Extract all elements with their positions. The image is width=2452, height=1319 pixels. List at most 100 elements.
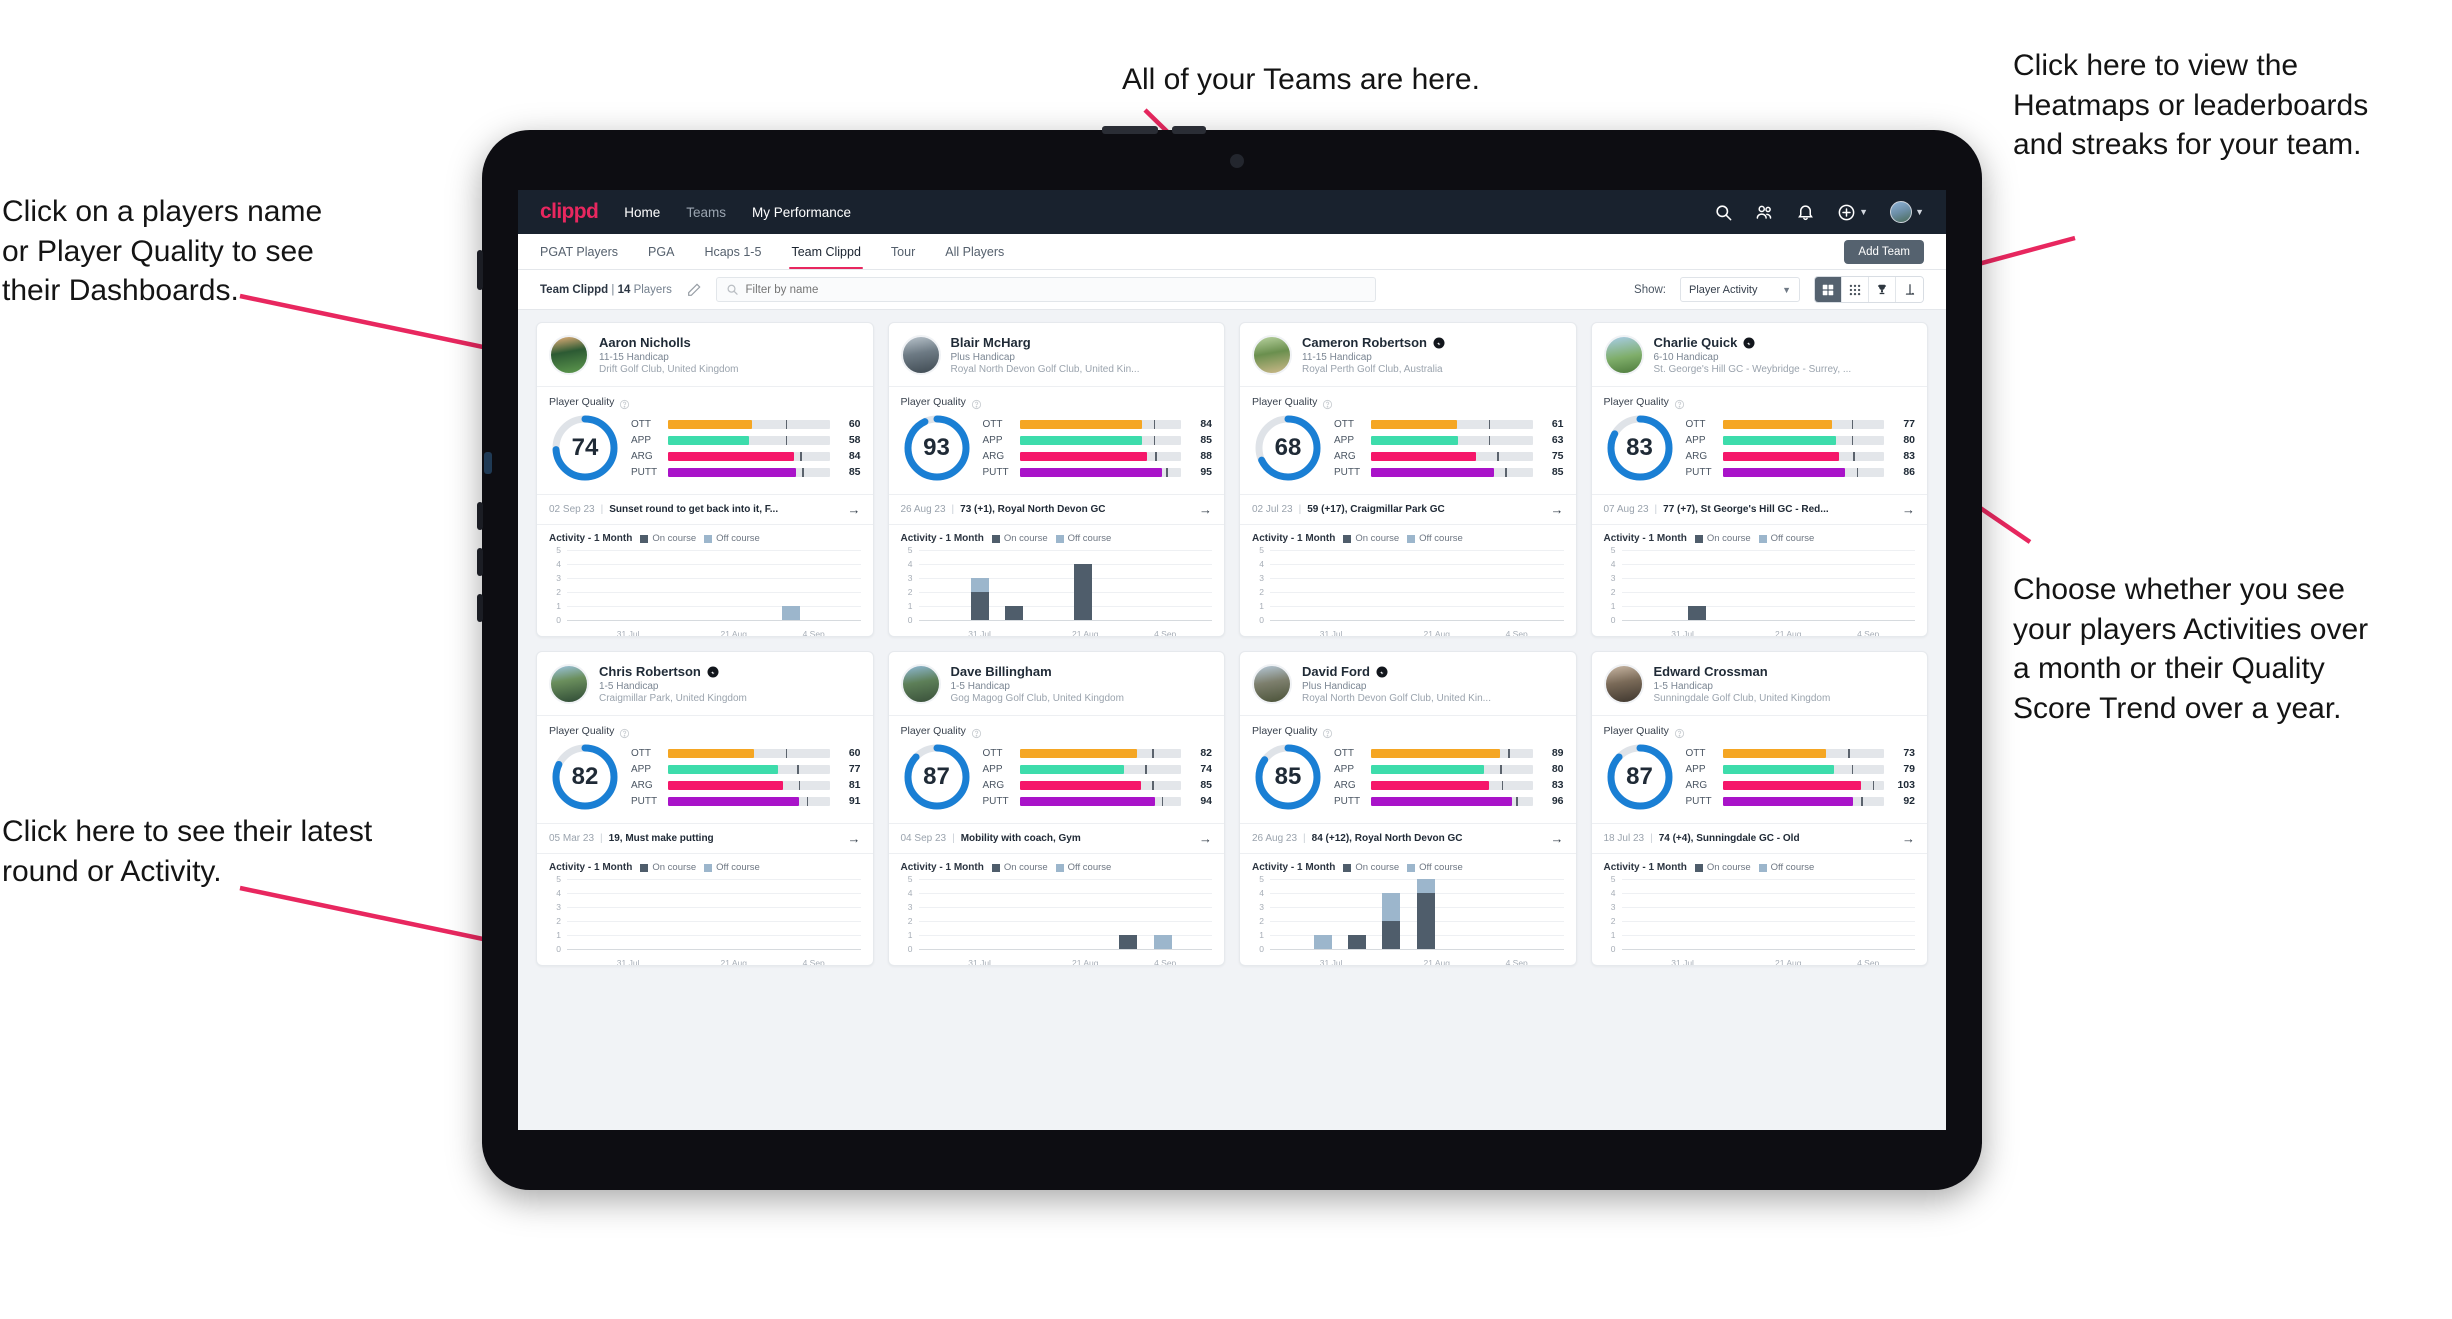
- power-button[interactable]: [1102, 126, 1158, 134]
- player-name-row[interactable]: Blair McHarg: [951, 335, 1140, 350]
- tab-hcaps-1-5[interactable]: Hcaps 1-5: [704, 234, 761, 269]
- latest-round-row[interactable]: 26 Aug 23 | 84 (+12), Royal North Devon GC…: [1240, 823, 1576, 854]
- player-card-header[interactable]: David Ford Plus Handicap Royal North Devon…: [1240, 652, 1576, 716]
- player-card-header[interactable]: Edward Crossman 1-5 Handicap Sunningdale G…: [1591, 652, 1927, 716]
- grid-large-icon-button[interactable]: [1815, 277, 1842, 302]
- player-name[interactable]: Edward Crossman: [1654, 664, 1768, 679]
- player-name-row[interactable]: David Ford: [1302, 664, 1491, 679]
- tab-all-players[interactable]: All Players: [945, 234, 1004, 269]
- nav-link-my-performance[interactable]: My Performance: [752, 205, 851, 220]
- people-icon[interactable]: [1755, 203, 1774, 222]
- help-icon[interactable]: [1674, 726, 1685, 738]
- latest-round-row[interactable]: 04 Sep 23 | Mobility with coach, Gym →: [888, 823, 1224, 854]
- player-avatar[interactable]: [900, 664, 941, 704]
- help-icon[interactable]: [1674, 397, 1685, 409]
- player-name-row[interactable]: Dave Billingham: [951, 664, 1124, 679]
- pencil-icon[interactable]: [686, 282, 702, 298]
- arrow-right-icon[interactable]: →: [1199, 831, 1212, 846]
- player-avatar[interactable]: [1252, 335, 1292, 375]
- latest-round-row[interactable]: 05 Mar 23 | 19, Must make putting →: [537, 823, 873, 854]
- tab-pgat-players[interactable]: PGAT Players: [540, 234, 618, 269]
- latest-round-row[interactable]: 26 Aug 23 | 73 (+1), Royal North Devon GC →: [888, 494, 1224, 525]
- search-box[interactable]: [715, 277, 1376, 302]
- player-quality-section[interactable]: Player Quality 85 OTT 89 APP 80 ARG 83 PUTT 96: [1240, 716, 1576, 823]
- player-name-row[interactable]: Edward Crossman: [1654, 664, 1831, 679]
- golf-flag-icon-button[interactable]: [1896, 277, 1923, 302]
- bell-icon[interactable]: [1796, 203, 1815, 222]
- arrow-right-icon[interactable]: →: [1199, 502, 1212, 517]
- volume-button[interactable]: [477, 250, 483, 290]
- player-quality-ring[interactable]: 87: [1604, 741, 1676, 813]
- latest-round-row[interactable]: 18 Jul 23 | 74 (+4), Sunningdale GC - Old →: [1591, 823, 1927, 854]
- tab-tour[interactable]: Tour: [891, 234, 915, 269]
- player-name[interactable]: Chris Robertson: [599, 664, 701, 679]
- tab-team-clippd[interactable]: Team Clippd: [789, 234, 864, 269]
- player-card[interactable]: Aaron Nicholls 11-15 Handicap Drift Golf C…: [536, 322, 874, 637]
- player-quality-section[interactable]: Player Quality 82 OTT 60 APP 77 ARG 81 PUTT 91: [537, 716, 873, 823]
- nav-link-home[interactable]: Home: [624, 205, 660, 220]
- player-quality-section[interactable]: Player Quality 83 OTT 77 APP 80 ARG 83 PUTT 86: [1592, 387, 1928, 494]
- plus-circle-menu[interactable]: ▼: [1837, 203, 1868, 222]
- player-name[interactable]: Aaron Nicholls: [599, 335, 691, 350]
- help-icon[interactable]: [971, 726, 982, 738]
- help-icon[interactable]: [1322, 726, 1333, 738]
- arrow-right-icon[interactable]: →: [848, 502, 861, 517]
- player-card[interactable]: Cameron Robertson 11-15 Handicap Royal Per…: [1239, 322, 1577, 637]
- clippd-logo[interactable]: clippd: [540, 200, 599, 224]
- help-icon[interactable]: [619, 397, 630, 409]
- player-quality-ring[interactable]: 85: [1252, 741, 1324, 813]
- player-quality-section[interactable]: Player Quality 87 OTT 73 APP 79 ARG 103 PUTT 92: [1592, 716, 1928, 823]
- player-name[interactable]: Cameron Robertson: [1302, 335, 1427, 350]
- secondary-top-button[interactable]: [1172, 126, 1206, 134]
- add-team-button[interactable]: Add Team: [1844, 239, 1924, 264]
- arrow-right-icon[interactable]: →: [1551, 831, 1564, 846]
- player-quality-section[interactable]: Player Quality 68 OTT 61 APP 63 ARG 75 PUTT 85: [1240, 387, 1576, 494]
- arrow-right-icon[interactable]: →: [848, 831, 861, 846]
- player-card[interactable]: Chris Robertson 1-5 Handicap Craigmillar P…: [536, 651, 874, 966]
- player-avatar[interactable]: [900, 335, 941, 375]
- help-icon[interactable]: [1322, 397, 1333, 409]
- side-button-3[interactable]: [477, 548, 483, 576]
- player-avatar[interactable]: [1603, 335, 1644, 375]
- player-avatar[interactable]: [549, 664, 589, 704]
- player-quality-section[interactable]: Player Quality 87 OTT 82 APP 74 ARG 85 PUTT 94: [889, 716, 1225, 823]
- player-avatar[interactable]: [1252, 664, 1292, 704]
- player-name-row[interactable]: Charlie Quick: [1654, 335, 1852, 350]
- player-card-header[interactable]: Cameron Robertson 11-15 Handicap Royal Per…: [1240, 323, 1576, 387]
- player-card[interactable]: Charlie Quick 6-10 Handicap St. George's H…: [1590, 322, 1928, 637]
- player-card-header[interactable]: Aaron Nicholls 11-15 Handicap Drift Golf C…: [537, 323, 873, 387]
- arrow-right-icon[interactable]: →: [1902, 831, 1915, 846]
- player-card-header[interactable]: Blair McHarg Plus Handicap Royal North Dev…: [888, 323, 1224, 387]
- player-card[interactable]: Blair McHarg Plus Handicap Royal North Dev…: [887, 322, 1225, 637]
- player-quality-ring[interactable]: 87: [901, 741, 973, 813]
- player-quality-ring[interactable]: 83: [1604, 412, 1676, 484]
- player-name[interactable]: Dave Billingham: [951, 664, 1052, 679]
- player-card[interactable]: Edward Crossman 1-5 Handicap Sunningdale G…: [1590, 651, 1928, 966]
- player-quality-ring[interactable]: 93: [901, 412, 973, 484]
- latest-round-row[interactable]: 02 Jul 23 | 59 (+17), Craigmillar Park GC →: [1240, 494, 1576, 525]
- latest-round-row[interactable]: 07 Aug 23 | 77 (+7), St George's Hill GC -…: [1591, 494, 1927, 525]
- player-card[interactable]: Dave Billingham 1-5 Handicap Gog Magog Gol…: [887, 651, 1225, 966]
- player-name-row[interactable]: Aaron Nicholls: [599, 335, 739, 350]
- arrow-right-icon[interactable]: →: [1551, 502, 1564, 517]
- player-quality-ring[interactable]: 68: [1252, 412, 1324, 484]
- side-button-4[interactable]: [477, 594, 483, 622]
- player-name-row[interactable]: Cameron Robertson: [1302, 335, 1445, 350]
- tab-pga[interactable]: PGA: [648, 234, 674, 269]
- help-icon[interactable]: [971, 397, 982, 409]
- player-avatar[interactable]: [549, 335, 589, 375]
- player-card-header[interactable]: Charlie Quick 6-10 Handicap St. George's H…: [1591, 323, 1927, 387]
- player-name[interactable]: Blair McHarg: [951, 335, 1031, 350]
- grid-small-icon-button[interactable]: [1842, 277, 1869, 302]
- player-name-row[interactable]: Chris Robertson: [599, 664, 747, 679]
- trophy-icon-button[interactable]: [1869, 277, 1896, 302]
- latest-round-row[interactable]: 02 Sep 23 | Sunset round to get back into …: [537, 494, 873, 525]
- account-menu[interactable]: ▼: [1890, 201, 1924, 223]
- player-quality-section[interactable]: Player Quality 93 OTT 84 APP 85 ARG 88 PUTT 95: [889, 387, 1225, 494]
- player-name[interactable]: David Ford: [1302, 664, 1370, 679]
- player-avatar[interactable]: [1603, 664, 1644, 704]
- search-icon[interactable]: [1714, 203, 1733, 222]
- show-select[interactable]: Player Activity ▼: [1680, 277, 1800, 302]
- player-card-header[interactable]: Dave Billingham 1-5 Handicap Gog Magog Gol…: [888, 652, 1224, 716]
- help-icon[interactable]: [619, 726, 630, 738]
